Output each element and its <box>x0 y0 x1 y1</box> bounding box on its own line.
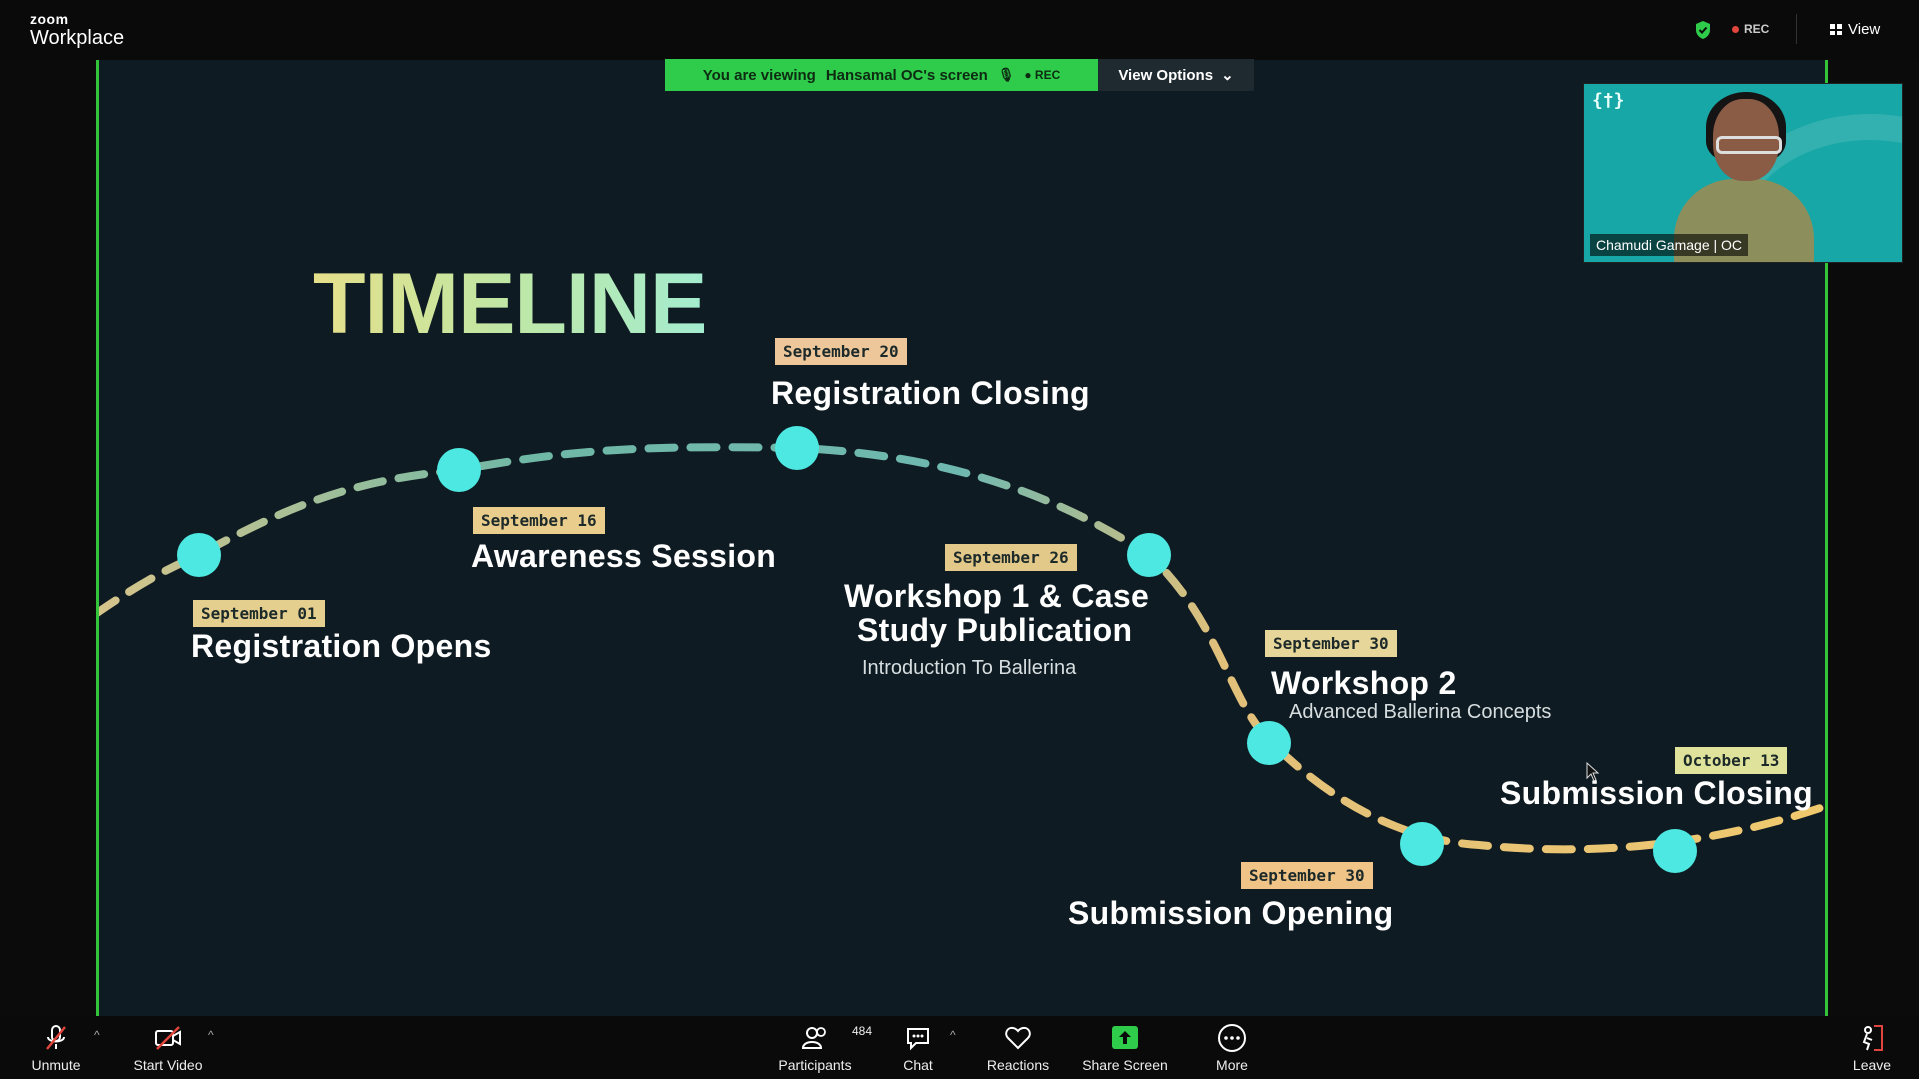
start-video-button[interactable]: Start Video <box>122 1016 214 1079</box>
more-button[interactable]: More <box>1212 1016 1252 1079</box>
timeline-node <box>1127 533 1171 577</box>
view-label: View <box>1848 21 1881 38</box>
share-screen-label: Share Screen <box>1082 1057 1168 1073</box>
date-tag: October 13 <box>1675 747 1788 774</box>
brand-small: zoom <box>30 11 69 27</box>
participant-video-tile[interactable]: {†} Chamudi Gamage | OC <box>1583 83 1903 263</box>
heart-icon <box>1005 1026 1031 1050</box>
video-off-icon <box>155 1026 181 1050</box>
reactions-label: Reactions <box>986 1057 1050 1073</box>
timeline-node <box>437 448 481 492</box>
recording-indicator[interactable]: REC <box>1732 22 1769 36</box>
mouse-cursor-icon <box>1586 762 1600 782</box>
security-shield-icon[interactable] <box>1694 20 1712 40</box>
reactions-button[interactable]: Reactions <box>980 1016 1056 1079</box>
date-tag: September 30 <box>1241 862 1373 889</box>
muted-microphone-icon <box>46 1025 66 1050</box>
event-title: Registration Opens <box>191 628 492 664</box>
timeline-node <box>1653 829 1697 873</box>
background-logo: {†} <box>1592 90 1625 111</box>
leave-button[interactable]: Leave <box>1847 1016 1897 1079</box>
slide-title: TIMELINE <box>313 256 707 352</box>
date-tag: September 01 <box>193 600 325 627</box>
viewing-banner: You are viewing Hansamal OC's screen 🎙 ●… <box>665 59 1098 91</box>
banner-rec: ● REC <box>1024 68 1061 82</box>
video-options-caret-icon[interactable]: ^ <box>208 1028 214 1042</box>
brand-large: Workplace <box>30 27 125 49</box>
date-tag: September 30 <box>1265 630 1397 657</box>
event-title: Registration Closing <box>771 375 1090 411</box>
chat-bubble-icon <box>907 1028 929 1051</box>
view-options-button[interactable]: View Options ⌄ <box>1098 59 1254 91</box>
event-title: Submission Closing <box>1500 775 1813 811</box>
event-subtitle: Introduction To Ballerina <box>862 657 1077 679</box>
timeline-path <box>99 426 1825 873</box>
share-screen-button[interactable]: Share Screen <box>1078 1016 1172 1079</box>
audio-options-caret-icon[interactable]: ^ <box>94 1028 100 1042</box>
event-subtitle: Advanced Ballerina Concepts <box>1289 701 1552 723</box>
participants-label: Participants <box>778 1057 852 1073</box>
event-title-line1: Workshop 1 & Case <box>844 578 1150 614</box>
rec-label: REC <box>1744 22 1770 36</box>
more-label: More <box>1216 1057 1248 1073</box>
chat-label: Chat <box>903 1057 933 1073</box>
participant-name: Chamudi Gamage | OC <box>1590 234 1749 256</box>
view-button[interactable]: View <box>1830 21 1880 38</box>
viewing-prefix: You are viewing <box>702 66 816 84</box>
zoom-logo: zoom Workplace <box>30 12 124 48</box>
rec-dot-icon <box>1732 26 1739 34</box>
timeline-node <box>1400 822 1444 866</box>
grid-view-icon <box>1830 24 1842 35</box>
event-title: Awareness Session <box>471 538 777 574</box>
start-video-label: Start Video <box>133 1057 203 1073</box>
divider <box>1796 14 1797 44</box>
event-title: Submission Opening <box>1068 895 1394 931</box>
timeline-node <box>177 533 221 577</box>
shared-screen: TIMELINE September 01 Registration Opens… <box>96 60 1828 1016</box>
leave-door-icon <box>1862 1025 1883 1051</box>
chevron-down-icon: ⌄ <box>1221 67 1234 84</box>
timeline-node <box>1247 721 1291 765</box>
date-tag: September 16 <box>473 507 605 534</box>
participant-glasses <box>1716 136 1782 154</box>
timeline-node <box>775 426 819 470</box>
view-options-label: View Options <box>1118 66 1214 84</box>
bottom-toolbar: Unmute ^ Start Video ^ Participants Chat… <box>0 1016 1919 1079</box>
muted-mic-icon: 🎙 <box>997 67 1015 82</box>
participants-count-badge: 484 <box>852 1024 873 1038</box>
unmute-label: Unmute <box>31 1057 81 1073</box>
event-title-line2: Study Publication <box>857 612 1133 648</box>
chat-options-caret-icon[interactable]: ^ <box>950 1028 956 1042</box>
banner-rec-label: REC <box>1034 68 1061 82</box>
top-bar: zoom Workplace REC View <box>0 0 1919 60</box>
share-screen-icon <box>1112 1026 1138 1049</box>
date-tag: September 26 <box>945 544 1077 571</box>
leave-label: Leave <box>1852 1057 1892 1073</box>
viewing-name: Hansamal OC's screen <box>825 66 988 84</box>
participants-button[interactable]: Participants <box>770 1016 860 1079</box>
participants-icon <box>801 1027 826 1049</box>
chat-button[interactable]: Chat <box>898 1016 938 1079</box>
more-dots-icon <box>1218 1024 1246 1052</box>
unmute-button[interactable]: Unmute <box>20 1016 92 1079</box>
date-tag: September 20 <box>775 338 907 365</box>
event-title: Workshop 2 <box>1271 665 1457 701</box>
